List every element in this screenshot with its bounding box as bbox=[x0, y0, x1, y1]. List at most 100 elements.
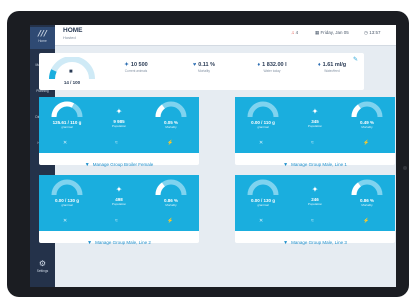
logo-icon: /// bbox=[38, 29, 47, 38]
summary-gauge: 14 / 100 ■ bbox=[47, 56, 97, 87]
time-display: ◷ 13:57 bbox=[364, 30, 380, 36]
mortality-gauge: 0.05 % Mortality bbox=[153, 101, 189, 135]
funnel-icon: ▼ bbox=[87, 240, 93, 246]
calendar-icon: ▦ bbox=[315, 30, 320, 35]
stat-value: 1.61 ml/g bbox=[322, 62, 347, 68]
top-bar: HOME Hosted ♫ 4 ▦ Friday, Jan 05 ◷ 13:57 bbox=[55, 25, 396, 46]
weight-label: g/animal bbox=[61, 203, 73, 207]
stat-mortality: ♥ 0.11 % Mortality bbox=[179, 62, 229, 73]
light-icon[interactable]: ⚡ bbox=[363, 218, 369, 224]
summary-gauge-fill bbox=[48, 69, 57, 80]
mortality-icon: ♥ bbox=[192, 62, 197, 68]
sidebar-item-home[interactable]: /// Home bbox=[30, 27, 55, 49]
population-label: Population bbox=[111, 202, 127, 206]
group-card: 0.00 / 130 g g/animal ✦ 498 Population 0… bbox=[39, 175, 199, 246]
manage-group-label: Manage Group Male, Line 1 bbox=[291, 162, 347, 167]
weight-gauge-fill bbox=[51, 101, 75, 118]
camera-dot bbox=[403, 166, 407, 170]
weight-label: g/animal bbox=[61, 125, 73, 129]
mortality-gauge: 0.86 % Mortality bbox=[349, 179, 385, 213]
group-card: 125.61 / 110 g g/animal ✦ 9 985 Populati… bbox=[39, 97, 199, 168]
bird-icon: ✦ bbox=[311, 185, 319, 194]
water-icon[interactable]: ≈ bbox=[115, 218, 118, 224]
mortality-label: Mortality bbox=[361, 125, 373, 129]
mortality-label: Mortality bbox=[165, 125, 177, 129]
water-icon[interactable]: ≈ bbox=[311, 140, 314, 146]
water-icon[interactable]: ≈ bbox=[311, 218, 314, 224]
summary-panel: 14 / 100 ■ ✦ 10 500 Current animals ♥ 0.11… bbox=[39, 53, 364, 90]
manage-group-link[interactable]: ▼ Manage Group Male, Line 1 bbox=[235, 153, 395, 168]
card-icon-row: ✕ ≈ ⚡ bbox=[235, 218, 395, 228]
funnel-icon: ▼ bbox=[283, 162, 289, 168]
weight-label: g/animal bbox=[257, 125, 269, 129]
sidebar-item-label: Settings bbox=[36, 269, 49, 273]
water-feed-icon: ♦ bbox=[317, 62, 321, 68]
population-block: ✦ 9 985 Population bbox=[104, 107, 134, 128]
mortality-gauge-fill bbox=[155, 104, 166, 118]
manage-group-link[interactable]: ▼ Manage Group Male, Line 3 bbox=[235, 231, 395, 246]
group-card: 0.00 / 110 g g/animal ✦ 345 Population 0… bbox=[235, 97, 395, 168]
stat-water: ♦ 1 832.00 l Water today bbox=[247, 62, 297, 73]
mortality-label: Mortality bbox=[361, 203, 373, 207]
date-display[interactable]: ▦ Friday, Jan 05 bbox=[315, 30, 349, 36]
summary-gauge-value: 14 / 100 bbox=[63, 80, 81, 85]
group-card: 0.00 / 130 g g/animal ✦ 246 Population 0… bbox=[235, 175, 395, 246]
time-text: 13:57 bbox=[369, 30, 381, 35]
card-body: 0.00 / 130 g g/animal ✦ 246 Population 0… bbox=[235, 175, 395, 231]
sidebar-item-settings[interactable]: ⚙ Settings bbox=[30, 257, 55, 279]
weight-gauge: 0.00 / 110 g g/animal bbox=[245, 101, 281, 135]
mortality-gauge: 0.49 % Mortality bbox=[349, 101, 385, 135]
light-icon[interactable]: ⚡ bbox=[363, 140, 369, 146]
stat-label: Mortality bbox=[197, 69, 211, 73]
notifications-button[interactable]: ♫ 4 bbox=[291, 30, 298, 35]
population-label: Population bbox=[111, 124, 127, 128]
stat-animals: ✦ 10 500 Current animals bbox=[111, 62, 161, 73]
page-subtitle: Hosted bbox=[63, 35, 76, 40]
bird-icon: ✦ bbox=[124, 62, 129, 68]
bird-icon: ✦ bbox=[115, 185, 123, 194]
card-icon-row: ✕ ≈ ⚡ bbox=[39, 218, 199, 228]
card-body: 0.00 / 130 g g/animal ✦ 498 Population 0… bbox=[39, 175, 199, 231]
weight-gauge: 125.61 / 110 g g/animal bbox=[49, 101, 85, 135]
manage-group-link[interactable]: ▼ Manage Group Broiler Female bbox=[39, 153, 199, 168]
feed-icon[interactable]: ✕ bbox=[63, 218, 67, 224]
bird-icon: ✦ bbox=[311, 107, 319, 116]
mortality-gauge: 0.86 % Mortality bbox=[153, 179, 189, 213]
stat-label: Current animals bbox=[124, 69, 148, 73]
date-text: Friday, Jan 05 bbox=[320, 30, 349, 35]
mortality-label: Mortality bbox=[165, 203, 177, 207]
water-icon[interactable]: ≈ bbox=[115, 140, 118, 146]
feed-icon[interactable]: ✕ bbox=[259, 140, 263, 146]
light-icon[interactable]: ⚡ bbox=[167, 218, 173, 224]
edit-pencil-icon[interactable]: ✎ bbox=[353, 56, 358, 63]
mortality-gauge-fill bbox=[155, 182, 166, 196]
weight-label: g/animal bbox=[257, 203, 269, 207]
weight-gauge: 0.00 / 130 g g/animal bbox=[245, 179, 281, 213]
population-label: Population bbox=[307, 202, 323, 206]
mortality-gauge-fill bbox=[351, 182, 362, 196]
light-icon[interactable]: ⚡ bbox=[167, 140, 173, 146]
bird-icon: ✦ bbox=[115, 107, 123, 116]
feed-icon[interactable]: ✕ bbox=[259, 218, 263, 224]
stat-label: Water/feed bbox=[324, 69, 340, 73]
sidebar-item-label: Home bbox=[38, 39, 47, 43]
population-block: ✦ 246 Population bbox=[300, 185, 330, 206]
weight-gauge: 0.00 / 130 g g/animal bbox=[49, 179, 85, 213]
population-block: ✦ 498 Population bbox=[104, 185, 134, 206]
card-body: 0.00 / 110 g g/animal ✦ 345 Population 0… bbox=[235, 97, 395, 153]
card-body: 125.61 / 110 g g/animal ✦ 9 985 Populati… bbox=[39, 97, 199, 153]
notification-count: 4 bbox=[295, 30, 299, 35]
manage-group-link[interactable]: ▼ Manage Group Male, Line 2 bbox=[39, 231, 199, 246]
clock-icon: ◷ bbox=[364, 30, 368, 35]
manage-group-label: Manage Group Broiler Female bbox=[92, 162, 154, 167]
stat-value: 0.11 % bbox=[198, 62, 216, 68]
page-title: HOME bbox=[63, 27, 83, 34]
funnel-icon: ▼ bbox=[84, 162, 90, 168]
feed-icon[interactable]: ✕ bbox=[63, 140, 67, 146]
gear-icon: ⚙ bbox=[38, 259, 47, 268]
mortality-gauge-fill bbox=[351, 104, 362, 118]
app-screen: /// Home ◫ Main Bins ☷ Planning ◐ Direct… bbox=[30, 25, 396, 287]
stat-value: 1 832.00 l bbox=[262, 62, 287, 68]
manage-group-label: Manage Group Male, Line 2 bbox=[95, 240, 151, 245]
stat-water-feed: ♦ 1.61 ml/g Water/feed bbox=[307, 62, 357, 73]
